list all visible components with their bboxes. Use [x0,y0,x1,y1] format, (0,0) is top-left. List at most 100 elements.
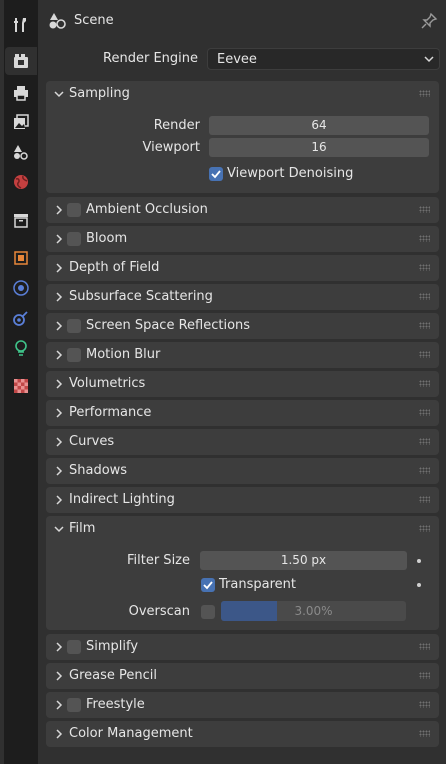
panel-header-subsurface-scattering[interactable]: Subsurface Scattering [46,284,439,310]
bloom-checkbox[interactable] [67,232,81,246]
texture-icon [14,379,28,393]
panel-title: Grease Pencil [69,668,157,683]
drag-handle-icon[interactable] [419,701,430,708]
panel-title: Indirect Lighting [69,492,175,507]
panel-bloom: Bloom [46,226,439,252]
motion-blur-checkbox[interactable] [67,348,81,362]
chevron-right-icon [56,292,63,302]
panel-title: Simplify [86,639,139,654]
panel-title: Shadows [69,463,128,478]
drag-handle-icon[interactable] [419,467,430,474]
chevron-down-icon [54,91,64,98]
panel-depth-of-field: Depth of Field [46,255,439,281]
panel-header-bloom[interactable]: Bloom [46,226,439,252]
drag-handle-icon[interactable] [419,293,430,300]
pin-icon[interactable] [420,12,438,30]
drag-handle-icon[interactable] [419,525,430,532]
transparent-checkbox[interactable] [201,578,215,592]
panel-header-screen-space-reflections[interactable]: Screen Space Reflections [46,313,439,339]
drag-handle-icon[interactable] [419,438,430,445]
panel-freestyle: Freestyle [46,692,439,718]
tab-data[interactable] [5,334,37,362]
tab-output[interactable] [5,79,37,107]
chevron-right-icon [56,350,63,360]
panel-indirect-lighting: Indirect Lighting [46,487,439,513]
panel-header-grease-pencil[interactable]: Grease Pencil [46,663,439,689]
drag-handle-icon[interactable] [419,235,430,242]
viewport-samples-field[interactable]: 16 [209,138,429,157]
chevron-right-icon [56,263,63,273]
drag-handle-icon[interactable] [419,90,430,97]
panel-header-curves[interactable]: Curves [46,429,439,455]
tab-tool[interactable] [5,11,37,39]
tab-world[interactable] [5,168,37,196]
panel-header-motion-blur[interactable]: Motion Blur [46,342,439,368]
simplify-checkbox[interactable] [67,640,81,654]
tab-physics[interactable] [5,274,37,302]
panel-header-film[interactable]: Film [46,516,439,542]
drag-handle-icon[interactable] [419,496,430,503]
drag-handle-icon[interactable] [419,322,430,329]
panel-header-simplify[interactable]: Simplify [46,634,439,660]
drag-handle-icon[interactable] [419,206,430,213]
panel-header-shadows[interactable]: Shadows [46,458,439,484]
drag-handle-icon[interactable] [419,730,430,737]
drag-handle-icon[interactable] [419,409,430,416]
viewport-denoising-label: Viewport Denoising [227,166,354,181]
physics-icon [13,280,29,296]
tab-scene[interactable] [5,138,37,166]
tab-view-layer[interactable] [5,108,37,136]
panel-header-depth-of-field[interactable]: Depth of Field [46,255,439,281]
filter-size-label: Filter Size [126,553,190,568]
tab-render[interactable] [5,47,37,75]
panel-motion-blur: Motion Blur [46,342,439,368]
drag-handle-icon[interactable] [419,264,430,271]
tab-collection[interactable] [5,206,37,234]
checkmark-icon [211,170,221,179]
tab-texture[interactable] [5,372,37,400]
drag-handle-icon[interactable] [419,380,430,387]
render-samples-label: Render [153,118,200,133]
panel-title: Subsurface Scattering [69,289,213,304]
render-engine-dropdown[interactable]: Eevee [207,48,440,70]
render-engine-label: Render Engine [103,51,198,66]
panel-title: Motion Blur [86,347,161,362]
tab-constraint[interactable] [5,304,37,332]
scene-icon [14,145,28,160]
tab-object[interactable] [5,244,37,272]
panel-title: Curves [69,434,115,449]
freestyle-checkbox[interactable] [67,698,81,712]
chevron-down-icon [54,526,64,533]
overscan-checkbox[interactable] [201,605,215,619]
panel-grease-pencil: Grease Pencil [46,663,439,689]
panel-subsurface-scattering: Subsurface Scattering [46,284,439,310]
panel-header-color-management[interactable]: Color Management [46,721,439,747]
panel-shadows: Shadows [46,458,439,484]
keyframe-dot-icon[interactable] [417,583,421,587]
panel-title: Performance [69,405,152,420]
keyframe-dot-icon[interactable] [417,559,421,563]
panel-color-management: Color Management [46,721,439,747]
panel-title: Ambient Occlusion [86,202,208,217]
chevron-right-icon [56,408,63,418]
panel-header-freestyle[interactable]: Freestyle [46,692,439,718]
render-samples-field[interactable]: 64 [209,116,429,135]
chevron-right-icon [56,495,63,505]
screen-space-reflections-checkbox[interactable] [67,319,81,333]
tool-icon [14,18,26,32]
viewport-denoising-checkbox[interactable] [209,167,223,181]
panel-header-ambient-occlusion[interactable]: Ambient Occlusion [46,197,439,223]
panel-header-performance[interactable]: Performance [46,400,439,426]
properties-header: Scene [38,0,446,42]
drag-handle-icon[interactable] [419,351,430,358]
drag-handle-icon[interactable] [419,643,430,650]
output-icon [14,86,28,101]
overscan-size-slider[interactable]: 3.00% [221,601,406,621]
checkmark-icon [203,581,213,590]
drag-handle-icon[interactable] [419,672,430,679]
filter-size-field[interactable]: 1.50 px [200,551,407,570]
ambient-occlusion-checkbox[interactable] [67,203,81,217]
panel-header-indirect-lighting[interactable]: Indirect Lighting [46,487,439,513]
panel-header-volumetrics[interactable]: Volumetrics [46,371,439,397]
panel-header-sampling[interactable]: Sampling [46,81,439,107]
